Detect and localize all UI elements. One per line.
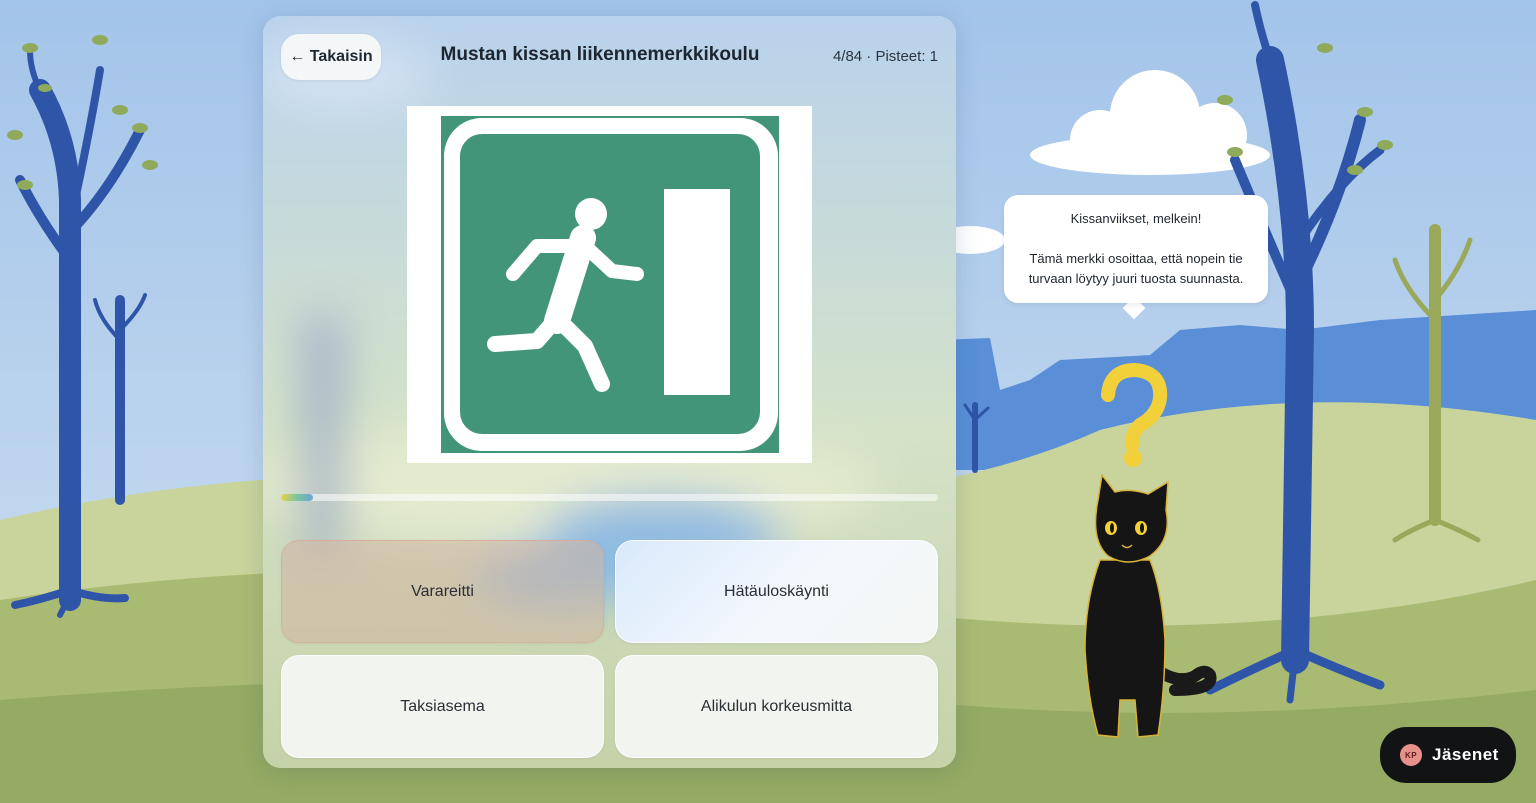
avatar: KP: [1400, 744, 1422, 766]
emergency-exit-sign-icon: [441, 116, 779, 453]
answer-option-2[interactable]: Hätäuloskäynti: [615, 540, 938, 643]
progress-bar: [281, 494, 938, 501]
back-button[interactable]: ← Takaisin: [281, 34, 381, 80]
score-counter: 4/84 · Pisteet: 1: [832, 48, 938, 65]
answer-option-1[interactable]: Varareitti: [281, 540, 604, 643]
members-button-label: Jäsenet: [1432, 745, 1499, 764]
quiz-title: Mustan kissan liikennemerkkikoulu: [440, 44, 760, 65]
traffic-sign-image: [407, 106, 812, 463]
speech-bubble: Kissanviikset, melkein! Tämä merkki osoi…: [1004, 195, 1268, 303]
answer-option-4[interactable]: Alikulun korkeusmitta: [615, 655, 938, 758]
speech-line-2: Tämä merkki osoittaa, että nopein tie tu…: [1028, 251, 1244, 286]
answer-option-3[interactable]: Taksiasema: [281, 655, 604, 758]
speech-line-1: Kissanviikset, melkein!: [1070, 211, 1202, 226]
quiz-panel: ← Takaisin Mustan kissan liikennemerkkik…: [263, 16, 956, 768]
members-button[interactable]: KP Jäsenet: [1380, 727, 1516, 783]
progress-fill: [281, 494, 313, 501]
back-button-label: ← Takaisin: [289, 48, 373, 65]
